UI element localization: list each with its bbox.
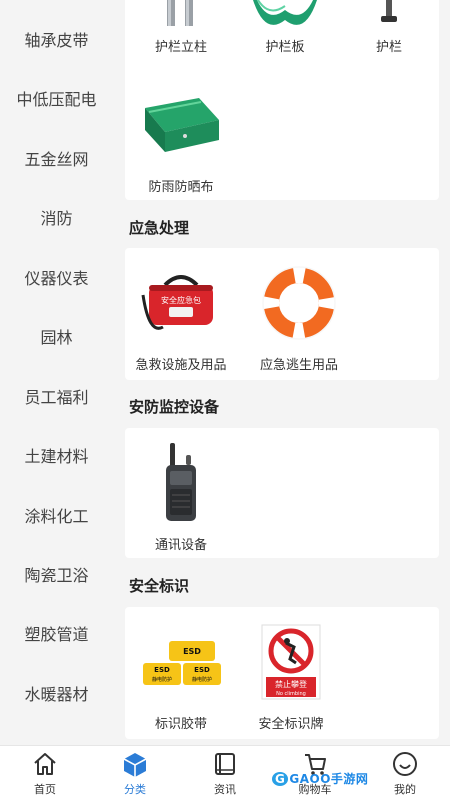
svg-text:安全应急包: 安全应急包 <box>161 295 201 305</box>
sidebar-item-fire[interactable]: 消防 <box>0 187 113 247</box>
svg-text:No climbing: No climbing <box>276 691 306 697</box>
sidebar-item-label: 仪器仪表 <box>24 269 89 288</box>
guardrail-post-icon <box>133 0 229 30</box>
product-tile-radio[interactable]: 通讯设备 <box>129 438 233 553</box>
svg-text:ESD: ESD <box>194 666 210 674</box>
security-card: 通讯设备 <box>125 428 439 558</box>
section-title-emergency: 应急处理 <box>129 219 190 237</box>
sidebar-item-low-voltage[interactable]: 中低压配电 <box>0 68 113 128</box>
category-content: 护栏立柱 护栏板 护栏 防雨防晒布 应急处理 安全应急包 急救设施及用品 应急逃… <box>113 0 450 745</box>
sidebar-item-sanitary[interactable]: 陶瓷卫浴 <box>0 544 113 604</box>
guardrail-card: 护栏立柱 护栏板 护栏 防雨防晒布 <box>125 0 439 200</box>
sidebar-item-label: 塑胶管道 <box>24 625 89 644</box>
sidebar-item-building[interactable]: 土建材料 <box>0 425 113 485</box>
sidebar-item-label: 五金丝网 <box>24 150 89 169</box>
nav-news[interactable]: 资讯 <box>180 746 270 800</box>
product-tile-safety-sign[interactable]: 禁止攀登 No climbing 安全标识牌 <box>239 617 343 732</box>
product-tile-life-buoy[interactable]: 应急逃生用品 <box>247 258 351 373</box>
watermark-logo: G GAOO手游网 <box>272 770 368 787</box>
sidebar-item-plumbing[interactable]: 水暖器材 <box>0 663 113 723</box>
sidebar-item-label: 员工福利 <box>24 388 89 407</box>
svg-text:禁止攀登: 禁止攀登 <box>275 679 307 689</box>
product-label: 护栏立柱 <box>154 40 207 55</box>
tarp-icon <box>133 80 229 170</box>
svg-text:ESD: ESD <box>154 666 170 674</box>
nav-label: 我的 <box>394 783 416 796</box>
product-label: 标识胶带 <box>154 717 207 732</box>
life-buoy-icon <box>251 258 347 348</box>
bottom-nav: 首页 分类 资讯 购物车 我的 <box>0 745 450 800</box>
product-tile-guardrail[interactable]: 护栏 <box>337 0 439 55</box>
signs-card: ESD ESD 静电防护 ESD 静电防护 标识胶带 禁止攀登 No climb… <box>125 607 439 739</box>
sidebar-item-garden[interactable]: 园林 <box>0 306 113 366</box>
sidebar-item-label: 陶瓷卫浴 <box>24 566 89 585</box>
sidebar-item-coatings[interactable]: 涂料化工 <box>0 485 113 545</box>
emergency-card: 安全应急包 急救设施及用品 应急逃生用品 <box>125 248 439 380</box>
esd-tape-icon: ESD ESD 静电防护 ESD 静电防护 <box>133 617 229 707</box>
nav-mine[interactable]: 我的 <box>360 746 450 800</box>
sidebar-item-label: 园林 <box>40 328 73 347</box>
smile-face-icon <box>390 749 420 779</box>
first-aid-bag-icon: 安全应急包 <box>133 258 229 348</box>
sidebar-item-plastic-pipe[interactable]: 塑胶管道 <box>0 603 113 663</box>
nav-category[interactable]: 分类 <box>90 746 180 800</box>
sidebar-item-label: 消防 <box>40 209 73 228</box>
sidebar-item-label: 中低压配电 <box>16 90 97 109</box>
product-tile-guardrail-board[interactable]: 护栏板 <box>233 0 337 55</box>
sidebar-item-bearing-belt[interactable]: 轴承皮带 <box>0 9 113 69</box>
guardrail-icon <box>341 0 437 30</box>
section-title-signs: 安全标识 <box>129 577 190 595</box>
product-label: 应急逃生用品 <box>259 358 338 373</box>
category-cube-icon <box>120 749 150 779</box>
sidebar-item-hardware[interactable]: 五金丝网 <box>0 128 113 188</box>
sidebar-item-label: 水暖器材 <box>24 685 89 704</box>
sidebar-item-instruments[interactable]: 仪器仪表 <box>0 247 113 307</box>
nav-label: 分类 <box>124 783 146 796</box>
section-title-security: 安防监控设备 <box>129 398 220 416</box>
nav-home[interactable]: 首页 <box>0 746 90 800</box>
sidebar-item-label: 涂料化工 <box>24 507 89 526</box>
product-tile-esd-tape[interactable]: ESD ESD 静电防护 ESD 静电防护 标识胶带 <box>129 617 233 732</box>
nav-label: 资讯 <box>214 783 236 796</box>
product-tile-tarp[interactable]: 防雨防晒布 <box>129 80 233 195</box>
product-label: 通讯设备 <box>154 538 207 553</box>
svg-text:静电防护: 静电防护 <box>192 676 212 683</box>
guardrail-board-icon <box>237 0 333 30</box>
sidebar-item-label: 轴承皮带 <box>24 31 89 50</box>
watermark-g-icon: G <box>272 772 289 786</box>
product-tile-guardrail-post[interactable]: 护栏立柱 <box>129 0 233 55</box>
product-label: 护栏 <box>375 40 402 55</box>
product-tile-first-aid[interactable]: 安全应急包 急救设施及用品 <box>129 258 233 373</box>
svg-text:ESD: ESD <box>183 647 201 656</box>
watermark-text: GAOO手游网 <box>289 772 369 786</box>
home-icon <box>30 749 60 779</box>
no-climbing-sign-icon: 禁止攀登 No climbing <box>243 617 339 707</box>
product-label: 安全标识牌 <box>258 717 324 732</box>
walkie-talkie-icon <box>133 438 229 528</box>
sidebar-item-label: 土建材料 <box>24 447 89 466</box>
svg-text:静电防护: 静电防护 <box>152 676 172 683</box>
product-label: 急救设施及用品 <box>135 358 227 373</box>
book-icon <box>210 749 240 779</box>
category-sidebar: 轴承皮带 中低压配电 五金丝网 消防 仪器仪表 园林 员工福利 土建材料 涂料化… <box>0 0 113 745</box>
product-label: 防雨防晒布 <box>148 180 214 195</box>
nav-label: 首页 <box>34 783 56 796</box>
product-label: 护栏板 <box>265 40 305 55</box>
app-root: 轴承皮带 中低压配电 五金丝网 消防 仪器仪表 园林 员工福利 土建材料 涂料化… <box>0 0 450 800</box>
sidebar-item-welfare[interactable]: 员工福利 <box>0 366 113 426</box>
